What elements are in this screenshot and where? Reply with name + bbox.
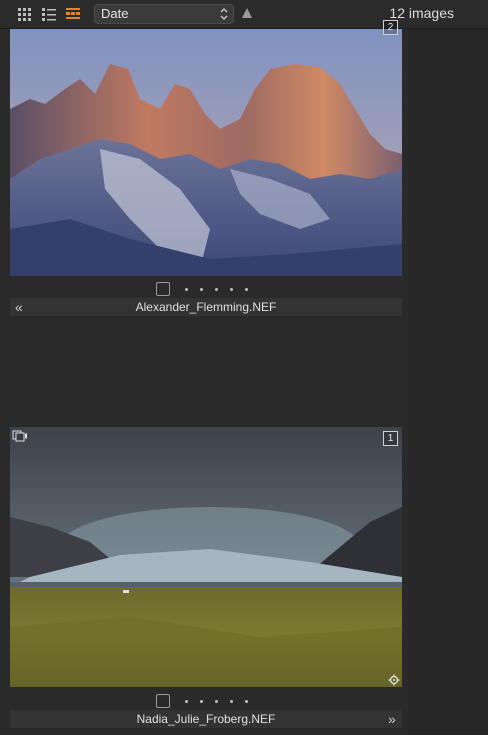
- select-checkbox[interactable]: [156, 694, 170, 708]
- rating-dot[interactable]: [245, 700, 248, 703]
- filename-label: Nadia_Julie_Froberg.NEF: [136, 712, 276, 726]
- rating-row: [156, 694, 256, 708]
- filename-label: Alexander_Flemming.NEF: [135, 300, 277, 314]
- sort-direction-icon[interactable]: [240, 6, 254, 20]
- chevron-updown-icon: [220, 8, 228, 20]
- thumbnail-image[interactable]: [10, 29, 402, 276]
- list-view-icon[interactable]: [41, 6, 57, 22]
- rating-dot[interactable]: [200, 288, 203, 291]
- select-checkbox[interactable]: [156, 282, 170, 296]
- thumbnail-image[interactable]: [10, 427, 402, 687]
- rating-dot[interactable]: [185, 288, 188, 291]
- version-count-badge: 1: [383, 431, 398, 446]
- filmstrip-view-icon[interactable]: [65, 6, 81, 22]
- gear-icon[interactable]: [388, 674, 400, 686]
- sort-select-value: Date: [101, 6, 129, 21]
- rating-dot[interactable]: [230, 700, 233, 703]
- sort-select[interactable]: Date: [94, 4, 234, 24]
- rating-dot[interactable]: [230, 288, 233, 291]
- image-count: 12 images: [389, 5, 454, 21]
- rating-dot[interactable]: [215, 288, 218, 291]
- expand-right-icon[interactable]: »: [388, 710, 396, 728]
- version-count-badge: 2: [383, 20, 398, 35]
- rating-dot[interactable]: [185, 700, 188, 703]
- rating-dot[interactable]: [200, 700, 203, 703]
- rating-dot[interactable]: [215, 700, 218, 703]
- side-panel: [409, 29, 488, 735]
- collapse-left-icon[interactable]: «: [15, 298, 23, 316]
- browser-toolbar: Date 12 images: [0, 0, 488, 29]
- filename-bar: Nadia_Julie_Froberg.NEF »: [10, 710, 402, 728]
- rating-dot[interactable]: [245, 288, 248, 291]
- variant-icon: [12, 430, 27, 442]
- rating-row: [156, 282, 256, 296]
- grid-view-icon[interactable]: [17, 6, 33, 22]
- filename-bar: Alexander_Flemming.NEF «: [10, 298, 402, 316]
